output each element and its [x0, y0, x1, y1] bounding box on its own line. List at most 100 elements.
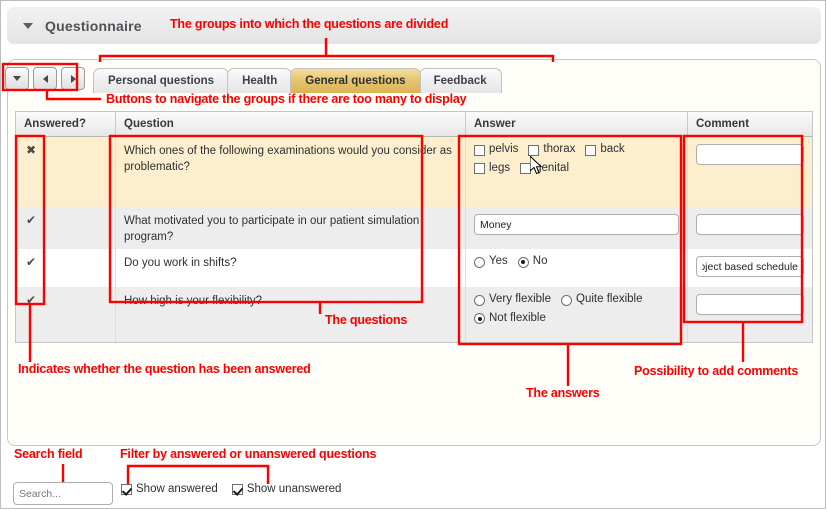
cell-comment[interactable]: [688, 137, 812, 207]
option-label: No: [532, 255, 548, 267]
cell-question: Do you work in shifts?: [116, 249, 466, 287]
checkbox-group: pelvis thorax back legs genital: [474, 143, 679, 181]
caret-down-icon: [13, 76, 21, 81]
tab-health[interactable]: Health: [227, 68, 293, 93]
application-window: Questionnaire Personal questions Health …: [0, 0, 826, 509]
tab-strip: Personal questions Health General questi…: [93, 67, 502, 93]
tab-navigation-buttons: [5, 67, 85, 90]
column-header-label: Comment: [696, 118, 750, 130]
tab-prev-button[interactable]: [33, 67, 57, 90]
column-header-label: Answer: [474, 118, 516, 130]
cell-answered: ✔: [16, 207, 116, 249]
annotation-answers: The answers: [526, 386, 600, 400]
page-title: Questionnaire: [45, 17, 142, 34]
option-label: Yes: [489, 255, 508, 267]
cell-answer[interactable]: pelvis thorax back legs genital: [466, 137, 688, 207]
cell-answered: ✔: [16, 249, 116, 287]
column-header-question[interactable]: Question: [116, 112, 466, 136]
cell-answer[interactable]: Yes No: [466, 249, 688, 287]
cell-question: What motivated you to participate in our…: [116, 207, 466, 249]
cell-answered: ✔: [16, 287, 116, 342]
cell-comment[interactable]: [688, 287, 812, 342]
comment-input[interactable]: [696, 256, 804, 277]
column-header-answered[interactable]: Answered?: [16, 112, 116, 136]
option-label: thorax: [543, 143, 576, 155]
cell-answer[interactable]: Very flexible Quite flexible Not flexibl…: [466, 287, 688, 342]
cell-answer[interactable]: [466, 207, 688, 249]
option-label: pelvis: [489, 143, 519, 155]
caret-right-icon: [70, 74, 76, 83]
radio-icon[interactable]: [517, 256, 529, 268]
tab-feedback[interactable]: Feedback: [418, 68, 502, 93]
column-header-answer[interactable]: Answer: [466, 112, 688, 136]
option-label: Quite flexible: [576, 293, 643, 305]
checkbox-icon[interactable]: [474, 144, 485, 156]
tab-next-button[interactable]: [61, 67, 85, 90]
table-row[interactable]: ✔ How high is your flexibility? Very fle…: [16, 287, 812, 342]
tab-label: Personal questions: [108, 75, 215, 87]
checkbox-icon[interactable]: [520, 163, 532, 174]
filter-show-unanswered[interactable]: Show unanswered: [231, 483, 342, 496]
cell-answered: ✖: [16, 137, 116, 207]
checkbox-icon[interactable]: [121, 484, 132, 496]
annotation-groups: The groups into which the questions are …: [170, 17, 449, 31]
radio-option-yes[interactable]: Yes: [474, 255, 508, 268]
option-label: Not flexible: [489, 311, 546, 324]
questions-grid: Answered? Question Answer Comment ✖ Whic…: [15, 111, 813, 343]
radio-option-not-flexible[interactable]: Not flexible: [474, 311, 546, 324]
radio-icon[interactable]: [561, 294, 573, 306]
cell-question: Which ones of the following examinations…: [116, 137, 466, 207]
option-label: legs: [489, 161, 511, 174]
checkbox-icon[interactable]: [231, 484, 243, 496]
status-badge-answered: ✔: [26, 255, 37, 269]
comment-input[interactable]: [696, 294, 804, 315]
filter-label: Show answered: [136, 483, 218, 495]
cell-comment[interactable]: [688, 207, 812, 249]
radio-option-no[interactable]: No: [517, 255, 548, 268]
answer-input[interactable]: [474, 214, 679, 235]
radio-icon[interactable]: [474, 313, 485, 324]
checkbox-option-thorax[interactable]: thorax: [528, 143, 576, 156]
checkbox-option-back[interactable]: back: [585, 143, 625, 156]
checkbox-option-genital[interactable]: genital: [520, 162, 569, 174]
radio-group-shifts: Yes No: [474, 255, 679, 275]
cell-question: How high is your flexibility?: [116, 287, 466, 342]
radio-option-very-flexible[interactable]: Very flexible: [474, 293, 552, 306]
annotation-filter: Filter by answered or unanswered questio…: [120, 447, 377, 461]
tab-label: Health: [242, 75, 278, 87]
annotation-questions: The questions: [325, 313, 408, 327]
table-row[interactable]: ✔ Do you work in shifts? Yes No: [16, 249, 812, 287]
search-field[interactable]: [13, 482, 113, 505]
option-label: back: [600, 143, 625, 155]
checkbox-icon[interactable]: [528, 144, 540, 156]
tab-general-questions[interactable]: General questions: [290, 68, 421, 93]
comment-input[interactable]: [696, 144, 804, 165]
option-label: Very flexible: [489, 293, 552, 305]
checkbox-option-pelvis[interactable]: pelvis: [474, 143, 519, 156]
tab-label: Feedback: [433, 75, 487, 87]
cell-comment[interactable]: [688, 249, 812, 287]
checkbox-option-legs[interactable]: legs: [474, 161, 511, 174]
comment-input[interactable]: [696, 214, 804, 235]
caret-down-icon[interactable]: [23, 22, 33, 29]
annotation-search-field: Search field: [14, 447, 83, 461]
radio-icon[interactable]: [474, 294, 485, 306]
filter-checkbox-group: Show answered Show unanswered: [121, 483, 355, 496]
tab-dropdown-button[interactable]: [5, 67, 29, 90]
radio-icon[interactable]: [474, 256, 485, 268]
annotation-nav-buttons: Buttons to navigate the groups if there …: [106, 92, 467, 106]
radio-option-quite-flexible[interactable]: Quite flexible: [561, 293, 643, 306]
filter-label: Show unanswered: [246, 483, 342, 495]
table-row[interactable]: ✖ Which ones of the following examinatio…: [16, 137, 812, 207]
tab-label: General questions: [305, 75, 406, 87]
caret-left-icon: [42, 74, 48, 83]
column-header-label: Question: [124, 118, 174, 130]
table-row[interactable]: ✔ What motivated you to participate in o…: [16, 207, 812, 249]
column-header-comment[interactable]: Comment: [688, 112, 812, 136]
tab-personal-questions[interactable]: Personal questions: [93, 68, 230, 93]
annotation-comments: Possibility to add comments: [634, 364, 799, 378]
checkbox-icon[interactable]: [474, 163, 485, 174]
filter-show-answered[interactable]: Show answered: [121, 483, 218, 496]
search-input[interactable]: [13, 482, 113, 505]
checkbox-icon[interactable]: [585, 144, 597, 156]
